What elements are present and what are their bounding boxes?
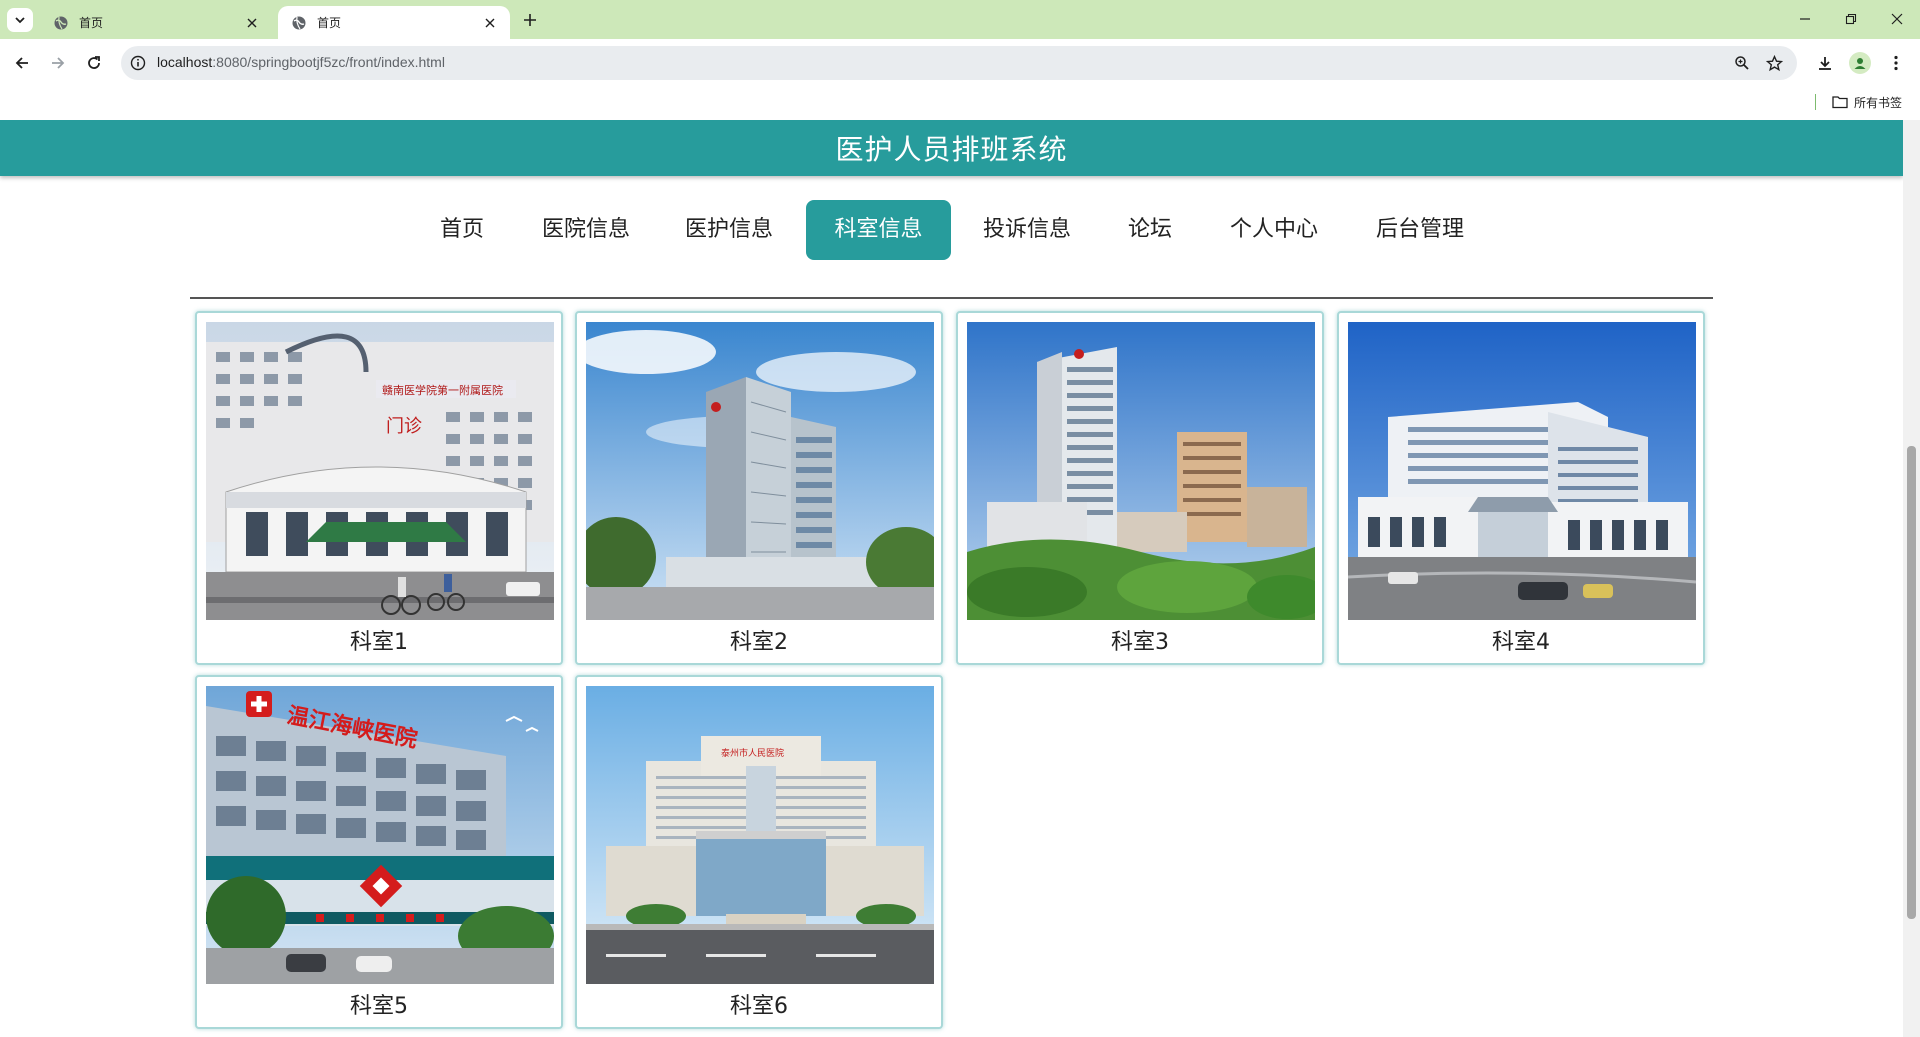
- back-button[interactable]: [10, 51, 34, 75]
- department-photo-6[interactable]: 泰州市人民医院: [586, 686, 934, 984]
- nav-item-admin[interactable]: 后台管理: [1361, 200, 1479, 260]
- plus-icon: [524, 14, 536, 26]
- bookmark-star-icon[interactable]: [1765, 54, 1783, 72]
- browser-tab-2[interactable]: 首页: [278, 6, 510, 39]
- minimize-icon: [1800, 18, 1810, 20]
- nav-item-hospital-info[interactable]: 医院信息: [527, 200, 645, 260]
- nav-item-home[interactable]: 首页: [422, 200, 502, 260]
- hospital-sign-text: 赣南医学院第一附属医院: [382, 383, 503, 397]
- restore-button[interactable]: [1828, 4, 1874, 34]
- all-bookmarks-label: 所有书签: [1854, 95, 1903, 110]
- browser-toolbar: localhost:8080/springbootjf5zc/front/ind…: [0, 39, 1920, 87]
- department-photo-4[interactable]: [1348, 322, 1696, 620]
- tab-title: 首页: [79, 16, 104, 30]
- close-tab-icon[interactable]: [244, 15, 260, 31]
- department-photo-3[interactable]: [967, 322, 1315, 620]
- site-header: 医护人员排班系统: [0, 120, 1903, 176]
- globe-icon: [292, 16, 306, 29]
- url-host: localhost: [157, 54, 213, 70]
- department-photo-2[interactable]: [586, 322, 934, 620]
- department-name[interactable]: 科室1: [197, 624, 561, 656]
- site-info-icon[interactable]: [130, 55, 146, 71]
- content-divider: [190, 297, 1713, 299]
- reload-icon: [88, 56, 100, 69]
- zoom-icon[interactable]: [1733, 54, 1751, 72]
- bookmarks-bar: 所有书签: [0, 87, 1920, 120]
- reload-button[interactable]: [82, 51, 106, 75]
- restore-icon: [1845, 13, 1857, 25]
- department-name[interactable]: 科室5: [197, 988, 561, 1020]
- outpatient-sign: 门诊: [386, 416, 422, 437]
- tab-title: 首页: [317, 16, 342, 30]
- department-card-4[interactable]: 科室4: [1337, 311, 1705, 665]
- all-bookmarks-folder[interactable]: 所有书签: [1832, 92, 1902, 112]
- browser-tab-1[interactable]: 首页: [40, 6, 272, 39]
- nav-item-forum[interactable]: 论坛: [1110, 200, 1190, 260]
- globe-icon: [54, 16, 68, 29]
- department-name[interactable]: 科室3: [958, 624, 1322, 656]
- downloads-icon[interactable]: [1813, 51, 1837, 75]
- nav-item-complaint-info[interactable]: 投诉信息: [968, 200, 1086, 260]
- arrow-left-icon: [15, 57, 28, 69]
- profile-avatar-icon[interactable]: [1849, 52, 1871, 74]
- department-name[interactable]: 科室6: [577, 988, 941, 1020]
- department-name[interactable]: 科室2: [577, 624, 941, 656]
- nav-item-medical-staff-info[interactable]: 医护信息: [670, 200, 788, 260]
- department-card-3[interactable]: 科室3: [956, 311, 1324, 665]
- url-path: :8080/springbootjf5zc/front/index.html: [212, 54, 445, 70]
- new-tab-button[interactable]: [520, 8, 540, 32]
- hospital-sign-text: 泰州市人民医院: [721, 747, 784, 759]
- folder-icon: [1832, 96, 1848, 109]
- department-card-1[interactable]: 赣南医学院第一附属医院 门诊 科室1: [195, 311, 563, 665]
- chevron-down-icon: [15, 17, 25, 24]
- url-text[interactable]: localhost:8080/springbootjf5zc/front/ind…: [157, 54, 445, 70]
- department-card-5[interactable]: 温江海峡医院 科室5: [195, 675, 563, 1029]
- nav-item-department-info[interactable]: 科室信息: [806, 200, 951, 260]
- department-card-2[interactable]: 科室2: [575, 311, 943, 665]
- browser-tab-strip: 首页 首页: [0, 0, 1920, 39]
- department-card-6[interactable]: 泰州市人民医院 科室6: [575, 675, 943, 1029]
- nav-item-personal-center[interactable]: 个人中心: [1215, 200, 1333, 260]
- department-name[interactable]: 科室4: [1339, 624, 1703, 656]
- close-icon: [1891, 13, 1903, 25]
- page-viewport: 医护人员排班系统 首页 医院信息 医护信息 科室信息 投诉信息 论坛 个人中心 …: [0, 120, 1903, 1037]
- department-photo-1[interactable]: 赣南医学院第一附属医院 门诊: [206, 322, 554, 620]
- tab-search-button[interactable]: [7, 8, 33, 32]
- arrow-right-icon: [52, 57, 65, 69]
- bookmarks-divider: [1815, 94, 1816, 110]
- main-nav: 首页 医院信息 医护信息 科室信息 投诉信息 论坛 个人中心 后台管理: [0, 200, 1903, 260]
- department-photo-5[interactable]: 温江海峡医院: [206, 686, 554, 984]
- address-bar[interactable]: localhost:8080/springbootjf5zc/front/ind…: [121, 46, 1797, 80]
- close-tab-icon[interactable]: [482, 15, 498, 31]
- close-window-button[interactable]: [1874, 4, 1920, 34]
- forward-button[interactable]: [46, 51, 70, 75]
- browser-menu-icon[interactable]: [1884, 51, 1908, 75]
- scrollbar-thumb[interactable]: [1907, 446, 1916, 919]
- page-scrollbar[interactable]: [1903, 120, 1920, 1037]
- minimize-button[interactable]: [1782, 4, 1828, 34]
- site-title: 医护人员排班系统: [835, 133, 1068, 166]
